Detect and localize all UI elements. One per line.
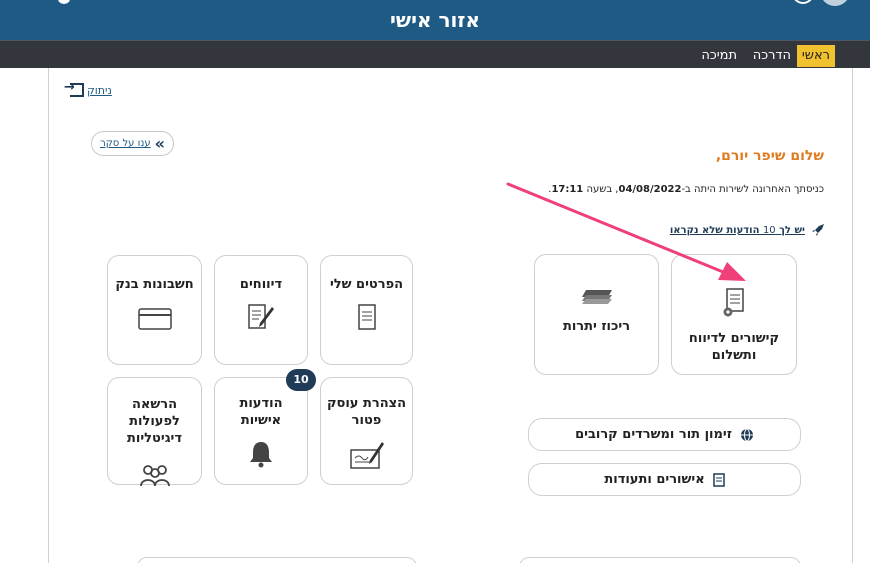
tile-digital-authorization[interactable]: הרשאה לפעולות דיגיטליות bbox=[107, 377, 202, 486]
emblem-logo bbox=[792, 0, 814, 4]
document-icon bbox=[712, 472, 725, 487]
unread-prefix: יש לך bbox=[779, 224, 805, 236]
last-login-text: כניסתך האחרונה לשירות היתה ב-04/08/2022,… bbox=[548, 184, 824, 195]
tile-bank-accounts[interactable]: חשבונות בנק bbox=[107, 255, 202, 365]
tile-balance-summary[interactable]: ריכוז יתרות bbox=[534, 254, 659, 375]
last-login-middle: , בשעה bbox=[583, 184, 619, 195]
tile-authorization-label: הרשאה לפעולות דיגיטליות bbox=[127, 397, 182, 446]
tile-reports-label: דיווחים bbox=[239, 277, 283, 292]
logout-icon bbox=[64, 80, 84, 97]
survey-button[interactable]: ענו על סקר « bbox=[91, 131, 174, 156]
appointments-button[interactable]: זימון תור ומשרדים קרובים bbox=[528, 418, 801, 451]
tile-reports[interactable]: דיווחים bbox=[214, 255, 308, 365]
logout-link[interactable]: ניתוק bbox=[64, 80, 112, 97]
tile-my-details[interactable]: הפרטים שלי bbox=[320, 255, 413, 365]
messages-count-badge: 10 bbox=[286, 369, 316, 391]
nav-item-home[interactable]: ראשי bbox=[796, 45, 835, 67]
tile-reporting-links[interactable]: קישורים לדיווח ותשלום bbox=[671, 254, 797, 375]
cash-stack-icon bbox=[580, 287, 614, 307]
top-nav: ראשי הדרכה תמיכה bbox=[0, 40, 870, 68]
tile-reporting-label: קישורים לדיווח ותשלום bbox=[688, 331, 780, 363]
last-login-prefix: כניסתך האחרונה לשירות היתה ב- bbox=[681, 184, 824, 195]
credit-card-icon bbox=[137, 308, 172, 330]
app-header: אזור אישי bbox=[0, 0, 870, 40]
unread-count: 10 bbox=[762, 224, 776, 236]
unread-messages-link[interactable]: יש לך 10 הודעות שלא נקראו bbox=[670, 223, 825, 237]
users-group-icon bbox=[138, 464, 172, 486]
tile-messages-label: הודעות אישיות bbox=[239, 396, 283, 428]
tile-exempt-dealer[interactable]: הצהרת עוסק פטור bbox=[320, 377, 413, 485]
header-decoration bbox=[58, 0, 70, 4]
tile-exempt-label: הצהרת עוסק פטור bbox=[326, 396, 407, 428]
certificates-button[interactable]: אישורים ותעודות bbox=[528, 463, 801, 496]
last-login-time: 17:11 bbox=[551, 184, 584, 195]
unread-text: יש לך 10 הודעות שלא נקראו bbox=[670, 225, 805, 236]
tile-bank-label: חשבונות בנק bbox=[115, 277, 194, 292]
nav-item-guidance[interactable]: הדרכה bbox=[753, 45, 791, 67]
page-title: אזור אישי bbox=[390, 8, 480, 32]
document-pen-icon bbox=[248, 303, 274, 331]
appointments-label: זימון תור ומשרדים קרובים bbox=[575, 427, 732, 442]
certificates-label: אישורים ותעודות bbox=[604, 472, 705, 487]
document-gear-icon bbox=[722, 287, 746, 319]
bell-icon bbox=[247, 440, 275, 468]
last-login-date: 04/08/2022 bbox=[618, 184, 682, 195]
tile-personal-messages[interactable]: הודעות אישיות bbox=[214, 377, 308, 485]
signed-form-icon bbox=[349, 440, 384, 470]
rocket-icon bbox=[811, 223, 825, 237]
greeting: שלום שיפר יורם, bbox=[715, 148, 824, 164]
bottom-button-left[interactable] bbox=[137, 557, 417, 563]
tile-balance-label: ריכוז יתרות bbox=[562, 319, 631, 334]
globe-icon bbox=[740, 428, 754, 442]
tile-my-details-label: הפרטים שלי bbox=[329, 277, 404, 292]
double-chevron-left-icon: « bbox=[154, 133, 165, 153]
survey-label: ענו על סקר bbox=[100, 138, 151, 149]
seal-logo bbox=[820, 0, 850, 6]
unread-suffix: הודעות שלא נקראו bbox=[669, 224, 760, 236]
logout-label: ניתוק bbox=[87, 83, 112, 97]
document-icon bbox=[357, 304, 376, 330]
nav-item-support[interactable]: תמיכה bbox=[701, 45, 737, 67]
bottom-button-right[interactable] bbox=[519, 557, 801, 563]
